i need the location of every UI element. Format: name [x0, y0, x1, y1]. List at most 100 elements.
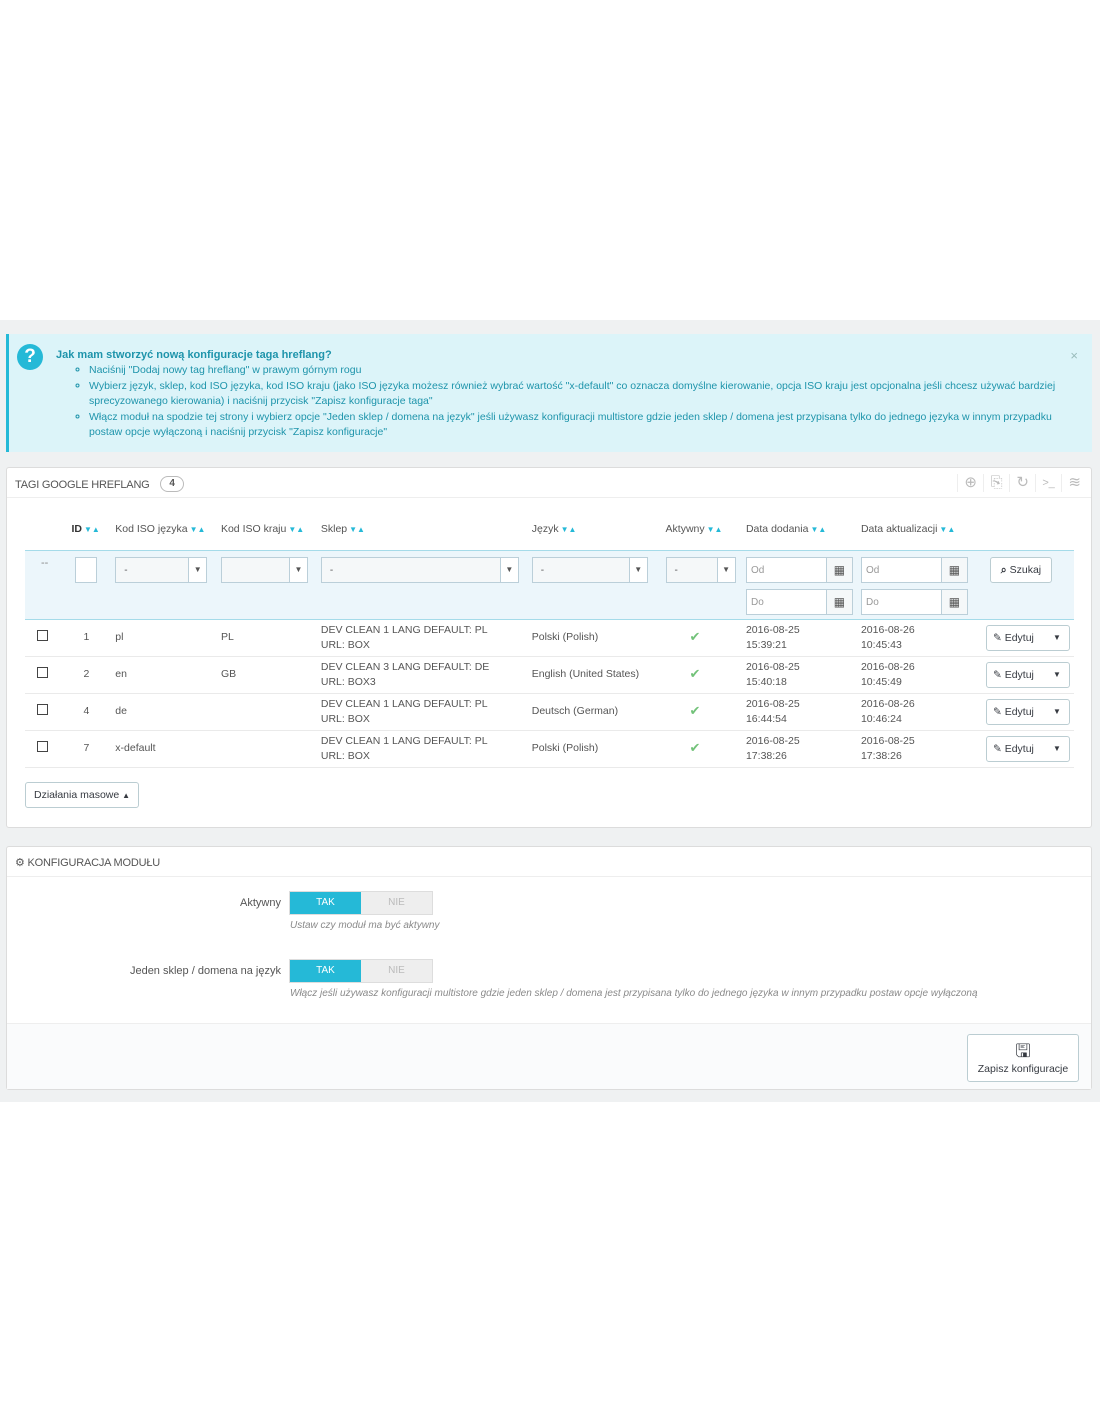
chevron-down-icon: ▼ [628, 557, 647, 582]
multistore-label: Jeden sklep / domena na język [129, 965, 281, 977]
add-new-icon[interactable]: ⊕ [957, 474, 983, 492]
config-panel-heading: ⚙ KONFIGURACJA MODUŁU [7, 847, 1091, 877]
save-config-button[interactable]: 🖫 Zapisz konfiguracje [967, 1034, 1079, 1082]
database-icon[interactable]: ≋ [1061, 474, 1087, 492]
alert-step: Wybierz język, sklep, kod ISO języka, ko… [89, 379, 1061, 410]
lang-iso-filter-select[interactable]: - ▼ [115, 556, 208, 583]
hreflang-table: ID ▼▲ Kod ISO języka ▼▲ Kod ISO kraju ▼▲ Sk… [25, 508, 1074, 768]
col-country-iso[interactable]: Kod ISO kraju ▼▲ [217, 508, 317, 550]
table-row[interactable]: 2 en GB DEV CLEAN 3 LANG DEFAULT: DE URL… [25, 656, 1074, 694]
date-upd-from-input[interactable]: Od ▦ [860, 556, 968, 583]
edit-button-group[interactable]: ✎ Edytuj ▼ [985, 661, 1070, 688]
chevron-down-icon[interactable]: ▼ [1045, 737, 1069, 761]
cogs-icon: ⚙ [15, 857, 25, 869]
sort-arrows-icon: ▼▲ [83, 524, 100, 534]
active-no-option[interactable]: NIE [361, 892, 432, 914]
row-checkbox[interactable] [37, 703, 48, 715]
id-filter-input[interactable] [75, 556, 98, 583]
active-filter-select[interactable]: - ▼ [665, 556, 736, 583]
hreflang-list-panel: TAGI GOOGLE HREFLANG 4 ⊕ ⎘ ↻ >_ ≋ ID ▼▲ K… [6, 467, 1092, 828]
sort-arrows-icon: ▼▲ [189, 524, 206, 534]
col-lang-iso[interactable]: Kod ISO języka ▼▲ [111, 508, 217, 550]
calendar-icon: ▦ [940, 557, 967, 582]
edit-button-group[interactable]: ✎ Edytuj ▼ [985, 698, 1070, 725]
alert-step: Naciśnij "Dodaj nowy tag hreflang" w pra… [89, 363, 1061, 379]
row-checkbox[interactable] [37, 629, 48, 641]
refresh-icon[interactable]: ↻ [1009, 474, 1035, 492]
edit-button-group[interactable]: ✎ Edytuj ▼ [985, 624, 1070, 651]
caret-up-icon: ▲ [122, 791, 131, 800]
row-checkbox[interactable] [37, 740, 48, 752]
list-toolbar: ⊕ ⎘ ↻ >_ ≋ [957, 474, 1087, 492]
export-icon[interactable]: ⎘ [983, 474, 1009, 492]
calendar-icon: ▦ [825, 589, 852, 614]
question-icon: ? [17, 344, 43, 370]
table-header: ID ▼▲ Kod ISO języka ▼▲ Kod ISO kraju ▼▲ Sk… [25, 508, 1074, 550]
chevron-down-icon: ▼ [188, 557, 207, 582]
sql-query-icon[interactable]: >_ [1035, 474, 1061, 492]
pencil-icon: ✎ [992, 668, 1002, 681]
country-iso-filter-select[interactable]: ▼ [220, 556, 308, 583]
date-add-to-input[interactable]: Do ▦ [745, 588, 853, 615]
col-id[interactable]: ID ▼▲ [67, 508, 111, 550]
floppy-disk-icon: 🖫 [1015, 1041, 1031, 1061]
count-badge: 4 [160, 476, 184, 492]
search-icon: ⌕ [1000, 563, 1007, 576]
multistore-yes-option[interactable]: TAK [290, 960, 361, 982]
table-row[interactable]: 1 pl PL DEV CLEAN 1 LANG DEFAULT: PL URL… [25, 619, 1074, 657]
chevron-down-icon: ▼ [288, 557, 307, 582]
close-icon[interactable]: × [1070, 348, 1078, 363]
bulk-actions-button[interactable]: Działania masowe ▲ [25, 782, 140, 808]
active-switch[interactable]: TAK NIE [289, 891, 433, 915]
language-filter-select[interactable]: - ▼ [531, 556, 648, 583]
module-config-panel: ⚙ KONFIGURACJA MODUŁU Aktywny TAK NIE Us… [6, 846, 1092, 1090]
table-row[interactable]: 7 x-default DEV CLEAN 1 LANG DEFAULT: PL… [25, 730, 1074, 768]
col-date-add[interactable]: Data dodania ▼▲ [742, 508, 857, 550]
sort-arrows-icon: ▼▲ [288, 524, 305, 534]
check-icon[interactable]: ✔ [690, 740, 701, 755]
row-checkbox[interactable] [37, 666, 48, 678]
shop-filter-select[interactable]: - ▼ [320, 556, 519, 583]
date-upd-to-input[interactable]: Do ▦ [860, 588, 968, 615]
multistore-no-option[interactable]: NIE [361, 960, 432, 982]
pencil-icon: ✎ [992, 705, 1002, 718]
chevron-down-icon[interactable]: ▼ [1045, 626, 1069, 650]
col-shop[interactable]: Sklep ▼▲ [317, 508, 528, 550]
active-label: Aktywny [240, 897, 281, 909]
alert-step: Włącz moduł na spodzie tej strony i wybi… [89, 410, 1061, 441]
multistore-switch[interactable]: TAK NIE [289, 959, 433, 983]
config-panel-title: KONFIGURACJA MODUŁU [27, 857, 161, 869]
alert-title: Jak mam stworzyć nową konfiguracje taga … [56, 349, 332, 361]
admin-content-area: ? × Jak mam stworzyć nową konfiguracje t… [0, 320, 1100, 1102]
multistore-help-text: Włącz jeśli używasz konfiguracji multist… [290, 988, 978, 999]
chevron-down-icon[interactable]: ▼ [1045, 663, 1069, 687]
info-alert: ? × Jak mam stworzyć nową konfiguracje t… [6, 334, 1092, 452]
chevron-down-icon: ▼ [499, 557, 518, 582]
config-panel-footer: 🖫 Zapisz konfiguracje [7, 1023, 1091, 1089]
sort-arrows-icon: ▼▲ [939, 524, 956, 534]
col-language[interactable]: Język ▼▲ [528, 508, 662, 550]
check-icon[interactable]: ✔ [690, 666, 701, 681]
date-add-from-input[interactable]: Od ▦ [745, 556, 853, 583]
sort-arrows-icon: ▼▲ [706, 524, 723, 534]
calendar-icon: ▦ [940, 589, 967, 614]
col-active[interactable]: Aktywny ▼▲ [662, 508, 742, 550]
active-yes-option[interactable]: TAK [290, 892, 361, 914]
edit-button-group[interactable]: ✎ Edytuj ▼ [985, 735, 1070, 762]
check-icon[interactable]: ✔ [690, 629, 701, 644]
bulk-dash: -- [41, 556, 49, 569]
sort-arrows-icon: ▼▲ [810, 524, 827, 534]
alert-steps: Naciśnij "Dodaj nowy tag hreflang" w pra… [71, 363, 1061, 441]
sort-arrows-icon: ▼▲ [349, 524, 365, 534]
filter-row: -- - ▼ ▼ - ▼ - ▼ - ▼ Od ▦ Do ▦ Od ▦ Do ▦ ⌕ [25, 549, 1074, 620]
chevron-down-icon[interactable]: ▼ [1045, 700, 1069, 724]
calendar-icon: ▦ [825, 557, 852, 582]
list-panel-title: TAGI GOOGLE HREFLANG [15, 478, 150, 491]
pencil-icon: ✎ [992, 631, 1002, 644]
col-date-upd[interactable]: Data aktualizacji ▼▲ [857, 508, 972, 550]
check-icon[interactable]: ✔ [690, 703, 701, 718]
search-button[interactable]: ⌕ Szukaj [989, 556, 1052, 583]
chevron-down-icon: ▼ [716, 557, 735, 582]
list-panel-heading: TAGI GOOGLE HREFLANG 4 ⊕ ⎘ ↻ >_ ≋ [7, 468, 1091, 498]
table-row[interactable]: 4 de DEV CLEAN 1 LANG DEFAULT: PL URL: B… [25, 693, 1074, 731]
